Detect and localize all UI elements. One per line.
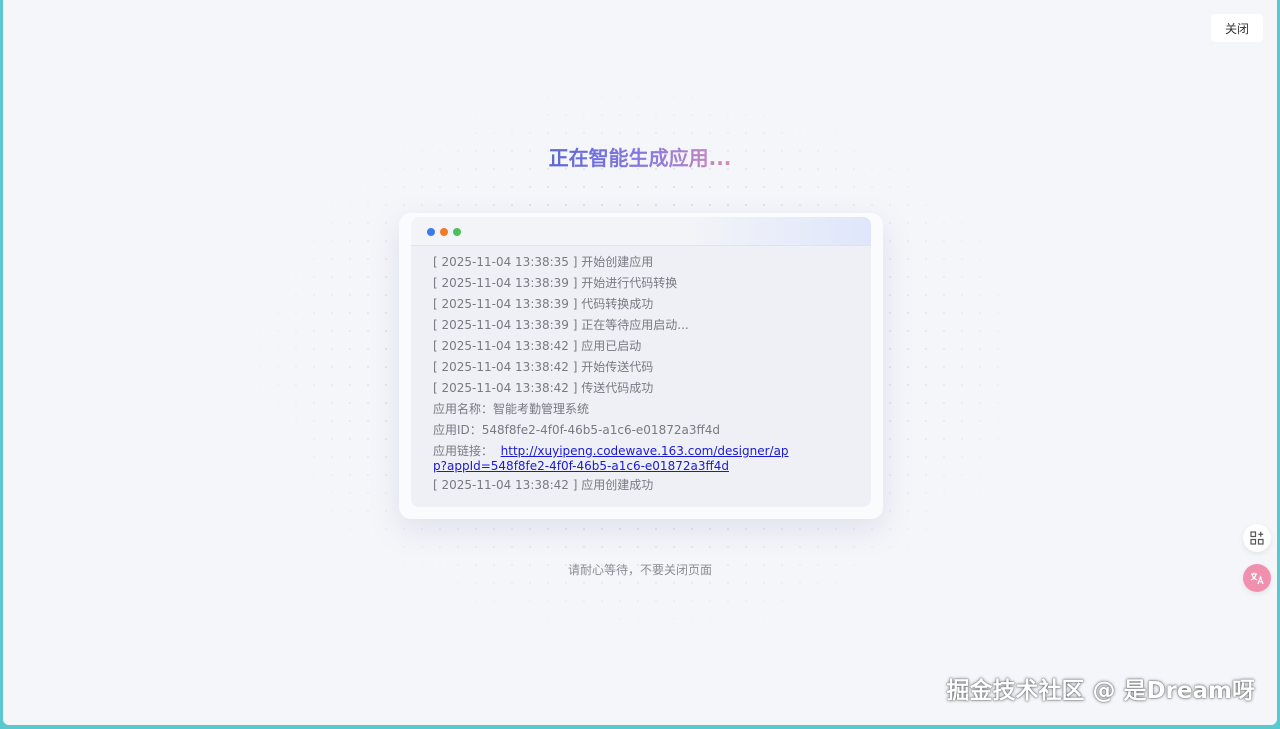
translate-icon — [1250, 572, 1264, 585]
log-line: [ 2025-11-04 13:38:35 ] 开始创建应用 — [433, 255, 654, 269]
log-line: [ 2025-11-04 13:38:42 ] 应用已启动 — [433, 339, 642, 353]
log-line: [ 2025-11-04 13:38:39 ] 开始进行代码转换 — [433, 276, 678, 290]
log-line: [ 2025-11-04 13:38:39 ] 正在等待应用启动... — [433, 318, 689, 332]
app-link-line: 应用链接： http://xuyipeng.codewave.163.com/d… — [433, 441, 793, 475]
app-name-value: 智能考勤管理系统 — [493, 402, 590, 416]
log-line: [ 2025-11-04 13:38:42 ] 开始传送代码 — [433, 360, 654, 374]
close-button[interactable]: 关闭 — [1211, 14, 1263, 42]
log-line-final: [ 2025-11-04 13:38:42 ] 应用创建成功 — [433, 478, 654, 492]
apps-add-icon — [1250, 531, 1264, 545]
app-link-label: 应用链接： — [433, 444, 494, 458]
window-dot-blue-icon — [427, 228, 435, 236]
window-dot-orange-icon — [440, 228, 448, 236]
log-line: [ 2025-11-04 13:38:39 ] 代码转换成功 — [433, 297, 654, 311]
app-id-label: 应用ID： — [433, 423, 482, 437]
watermark: 掘金技术社区 @ 是Dream呀 — [946, 678, 1255, 704]
page-title-text: 正在智能生成应用... — [548, 146, 732, 170]
app-id-line: 应用ID：548f8fe2-4f0f-46b5-a1c6-e01872a3ff4… — [433, 420, 851, 441]
translate-button[interactable] — [1243, 564, 1271, 592]
page-title: 正在智能生成应用... — [3, 142, 1277, 171]
log-window: [ 2025-11-04 13:38:35 ] 开始创建应用 [ 2025-11… — [399, 213, 883, 519]
window-dot-green-icon — [453, 228, 461, 236]
apps-add-button[interactable] — [1243, 524, 1271, 552]
app-id-value: 548f8fe2-4f0f-46b5-a1c6-e01872a3ff4d — [481, 423, 720, 437]
log-window-header — [411, 217, 871, 246]
app-frame: 关闭 正在智能生成应用... [ 2025-11-04 13:38:35 ] 开… — [3, 0, 1277, 725]
app-name-line: 应用名称：智能考勤管理系统 — [433, 399, 851, 420]
app-name-label: 应用名称： — [433, 402, 494, 416]
log-body: [ 2025-11-04 13:38:35 ] 开始创建应用 [ 2025-11… — [411, 246, 871, 507]
log-line: [ 2025-11-04 13:38:42 ] 传送代码成功 — [433, 381, 654, 395]
wait-hint: 请耐心等待，不要关闭页面 — [567, 563, 712, 577]
